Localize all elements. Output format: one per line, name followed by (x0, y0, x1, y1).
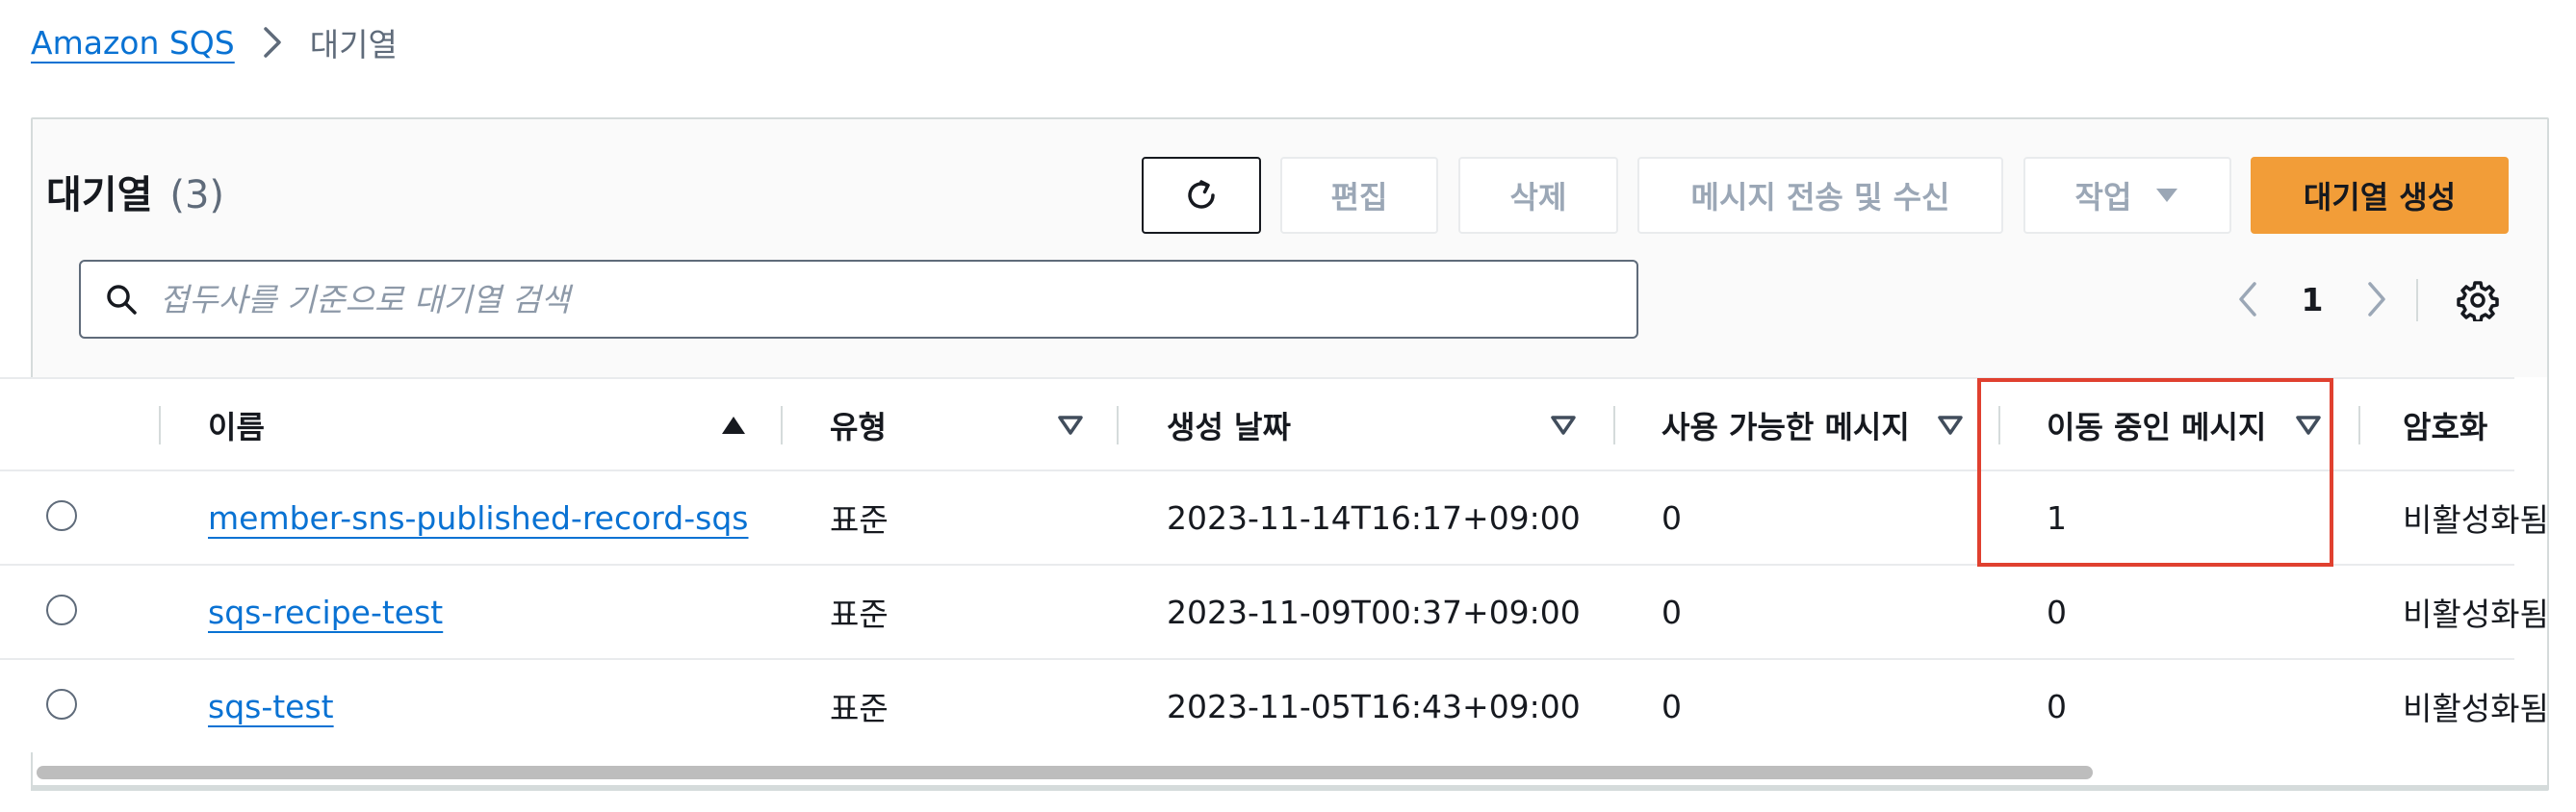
caret-down-icon (2154, 186, 2179, 205)
queue-created: 2023-11-14T16:17+09:00 (1167, 498, 1581, 537)
row-select-radio[interactable] (46, 689, 77, 720)
queue-count: (3) (169, 173, 225, 217)
column-divider (159, 406, 161, 444)
queue-encryption: 비활성화됨 (2403, 596, 2549, 633)
queue-name-link[interactable]: sqs-recipe-test (208, 566, 443, 658)
queue-type: 표준 (830, 596, 889, 633)
queue-name-link[interactable]: member-sns-published-record-sqs (208, 471, 748, 564)
queue-available-messages: 0 (1662, 498, 1682, 537)
breadcrumb: Amazon SQS 대기열 (31, 13, 398, 71)
next-page-icon[interactable] (2353, 280, 2401, 318)
column-divider (2358, 406, 2360, 444)
send-receive-button[interactable]: 메시지 전송 및 수신 (1637, 157, 2003, 234)
table-header: 이름 유형 생성 날짜 사용 가능한 메시지 이동 중인 메시지 암호화 (0, 377, 2514, 471)
row-select-radio[interactable] (46, 595, 77, 625)
column-divider (781, 406, 783, 444)
create-queue-button[interactable]: 대기열 생성 (2251, 157, 2509, 234)
sort-caret-down-icon[interactable] (2291, 408, 2326, 443)
refresh-icon (1182, 176, 1221, 215)
refresh-button[interactable] (1142, 157, 1261, 234)
queue-available-messages: 0 (1662, 687, 1682, 725)
panel-bottom-border (31, 785, 2547, 791)
panel-title-text: 대기열 (46, 173, 153, 217)
column-divider (1613, 406, 1615, 444)
queue-encryption: 비활성화됨 (2403, 690, 2549, 727)
queue-in-flight-messages: 0 (2047, 687, 2067, 725)
sort-caret-down-icon[interactable] (1933, 408, 1968, 443)
sort-caret-down-icon[interactable] (1053, 408, 1088, 443)
sort-ascending-icon[interactable] (716, 408, 751, 443)
column-header-name[interactable]: 이름 (208, 379, 265, 471)
column-divider (1117, 406, 1119, 444)
actions-dropdown-button[interactable]: 작업 (2023, 157, 2231, 234)
edit-button[interactable]: 편집 (1280, 157, 1438, 234)
search-box (79, 260, 1638, 339)
settings-divider (2416, 279, 2418, 321)
breadcrumb-link-amazon-sqs[interactable]: Amazon SQS (31, 24, 235, 62)
search-input[interactable] (158, 279, 1636, 319)
previous-page-icon[interactable] (2224, 280, 2272, 318)
column-header-in-flight[interactable]: 이동 중인 메시지 (2047, 379, 2266, 471)
gear-icon[interactable] (2457, 279, 2499, 321)
chevron-right-icon (262, 25, 283, 60)
queue-type: 표준 (830, 690, 889, 727)
queue-available-messages: 0 (1662, 593, 1682, 631)
queue-name-link[interactable]: sqs-test (208, 660, 334, 752)
panel-title: 대기열 (3) (46, 164, 224, 219)
column-header-type[interactable]: 유형 (830, 379, 887, 471)
queue-type: 표준 (830, 501, 889, 539)
queue-in-flight-messages: 0 (2047, 593, 2067, 631)
column-header-created[interactable]: 생성 날짜 (1167, 379, 1291, 471)
column-header-encryption[interactable]: 암호화 (2403, 379, 2487, 471)
actions-label: 작업 (2074, 179, 2132, 216)
delete-button[interactable]: 삭제 (1458, 157, 1618, 234)
table-row[interactable]: member-sns-published-record-sqs 표준 2023-… (0, 471, 2549, 566)
queue-in-flight-messages: 1 (2047, 498, 2067, 537)
breadcrumb-current: 대기열 (309, 26, 398, 63)
row-select-radio[interactable] (46, 500, 77, 531)
current-page-number[interactable]: 1 (2272, 281, 2353, 318)
sort-caret-down-icon[interactable] (1546, 408, 1581, 443)
column-divider (1998, 406, 2000, 444)
pagination: 1 (2224, 260, 2401, 339)
column-header-available[interactable]: 사용 가능한 메시지 (1662, 379, 1910, 471)
queue-created: 2023-11-05T16:43+09:00 (1167, 687, 1581, 725)
queue-encryption: 비활성화됨 (2403, 501, 2549, 539)
search-icon (102, 280, 141, 318)
queue-created: 2023-11-09T00:37+09:00 (1167, 593, 1581, 631)
table-row[interactable]: sqs-test 표준 2023-11-05T16:43+09:00 0 0 비… (0, 660, 2549, 752)
table-row[interactable]: sqs-recipe-test 표준 2023-11-09T00:37+09:0… (0, 566, 2549, 660)
horizontal-scrollbar[interactable] (37, 766, 2093, 779)
